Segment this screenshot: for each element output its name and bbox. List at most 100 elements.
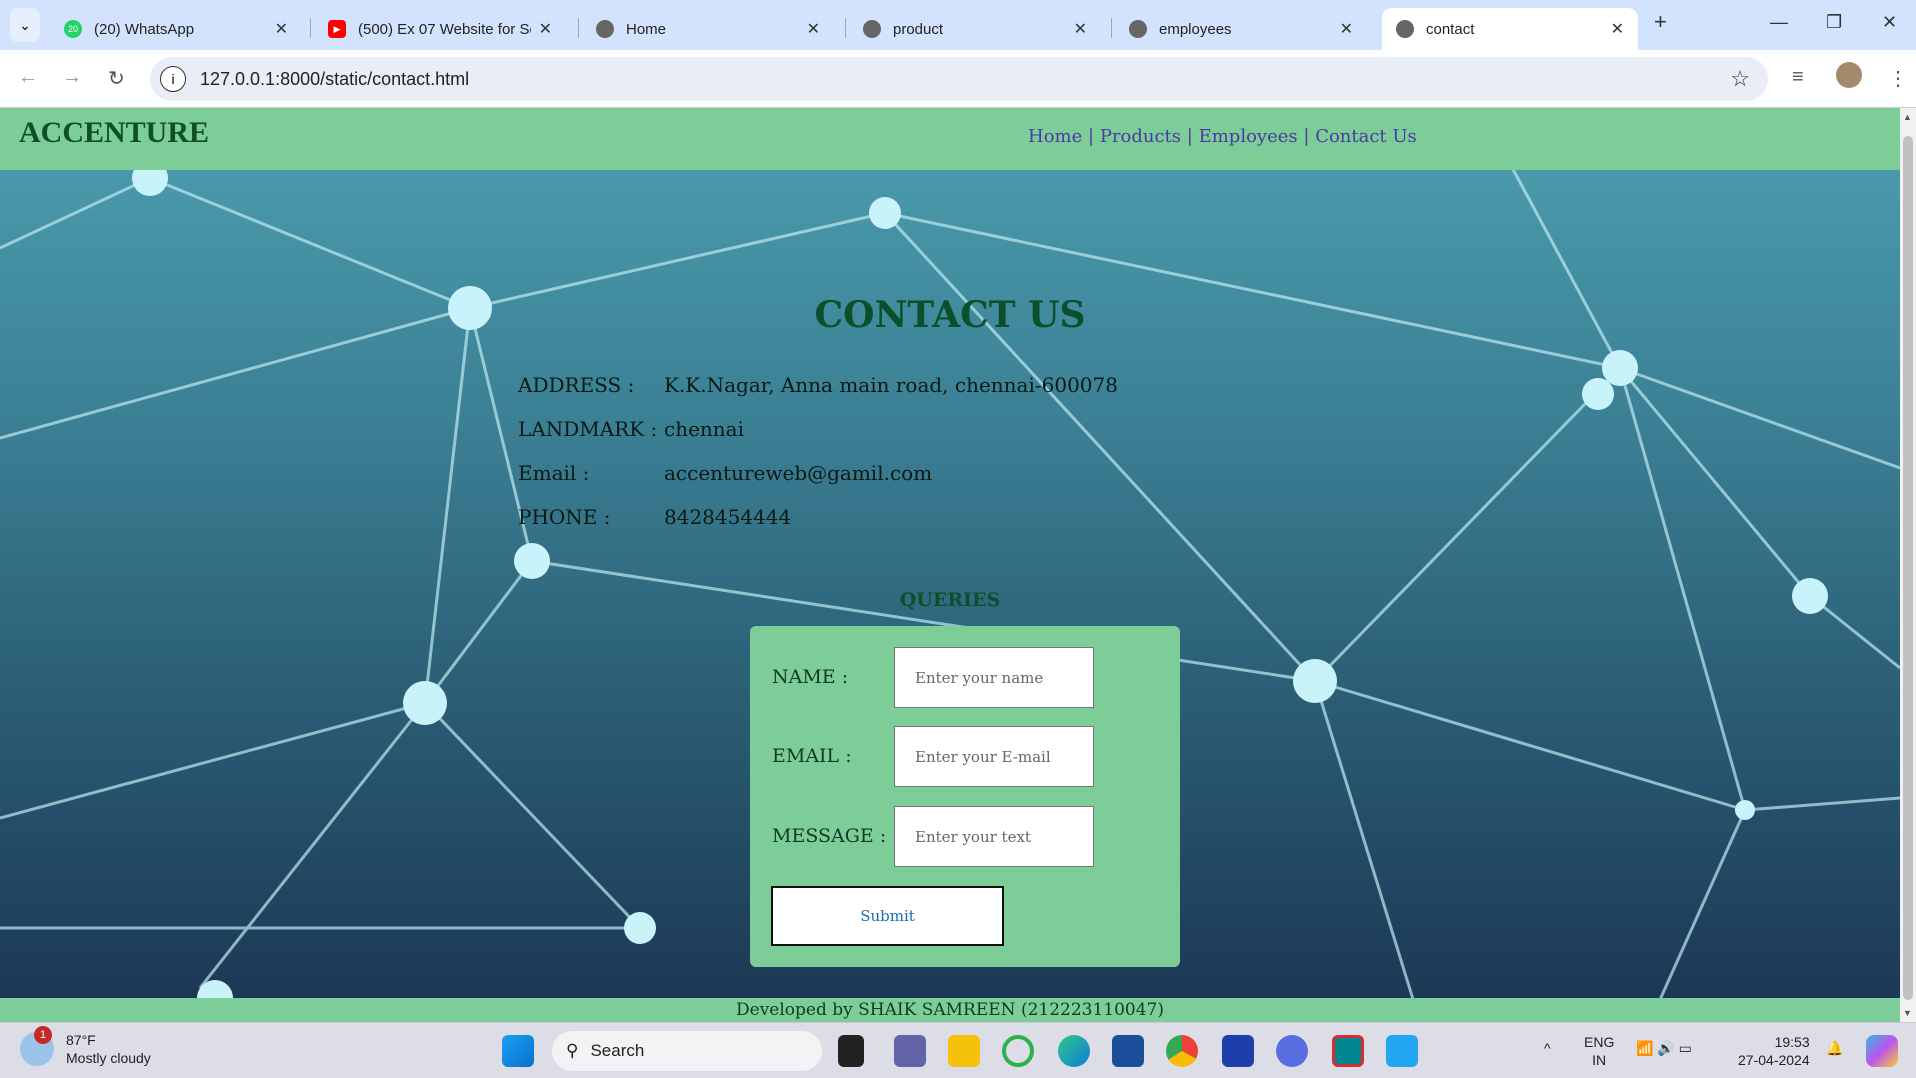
edge-icon[interactable] [1058,1035,1090,1067]
teams-icon[interactable] [894,1035,926,1067]
arduino-icon[interactable] [1332,1035,1364,1067]
network-volume-battery-icons[interactable]: 📶 🔊 ▭ [1636,1039,1692,1057]
chrome-icon[interactable] [1166,1035,1198,1067]
site-nav: Home | Products | Employees | Contact Us [1028,126,1417,147]
query-form: NAME : EMAIL : MESSAGE : Submit [750,626,1180,967]
show-hidden-icons[interactable]: ^ [1544,1039,1551,1057]
weather-temp: 87°F [66,1032,96,1048]
address-row: ADDRESS : K.K.Nagar, Anna main road, chen… [518,373,1118,397]
submit-button[interactable]: Submit [771,886,1004,946]
scroll-up-icon[interactable]: ▲ [1903,112,1912,122]
nav-contact-link[interactable]: Contact Us [1315,126,1417,147]
address-bar[interactable]: i 127.0.0.1:8000/static/contact.html ☆ [150,57,1768,101]
search-label: Search [590,1041,645,1060]
page-title: CONTACT US [814,294,1086,336]
tab-product[interactable]: product ✕ [849,8,1101,50]
webpage: ACCENTURE Home | Products | Employees | … [0,108,1900,1022]
nav-employees-link[interactable]: Employees [1199,126,1298,147]
globe-icon [863,20,881,38]
close-window-button[interactable]: ✕ [1882,12,1897,33]
close-tab-icon[interactable]: ✕ [275,19,288,39]
tab-title: contact [1426,20,1475,38]
close-tab-icon[interactable]: ✕ [1340,19,1353,39]
date: 27-04-2024 [1738,1052,1810,1068]
new-tab-button[interactable]: + [1654,9,1667,35]
info-label: Email : [518,461,590,485]
name-input[interactable] [894,647,1094,708]
tab-employees[interactable]: employees ✕ [1115,8,1367,50]
profile-avatar[interactable] [1836,62,1862,88]
restore-button[interactable]: ❐ [1826,12,1842,33]
url-text[interactable]: 127.0.0.1:8000/static/contact.html [200,69,469,90]
bookmark-star-icon[interactable]: ☆ [1730,66,1750,92]
tab-title: product [893,20,944,38]
globe-icon [1129,20,1147,38]
menu-icon[interactable]: ⋮ [1888,66,1908,91]
tab-bar: ⌄ 20 (20) WhatsApp ✕ ▶ (500) Ex 07 Websit… [0,0,1916,50]
store-icon[interactable] [1112,1035,1144,1067]
email-input[interactable] [894,726,1094,787]
info-label: PHONE : [518,505,611,529]
lang-label: ENG [1584,1034,1615,1050]
vscode-icon[interactable] [1386,1035,1418,1067]
close-tab-icon[interactable]: ✕ [1074,19,1087,39]
weather-desc: Mostly cloudy [66,1050,151,1066]
close-tab-icon[interactable]: ✕ [1611,19,1624,39]
tab-title: (500) Ex 07 Website for Sof [358,20,531,38]
nav-separator: | [1088,126,1095,147]
refresh-app-icon[interactable] [1002,1035,1034,1067]
media-control-icon[interactable]: ≡ [1792,66,1804,89]
email-row: Email : accentureweb@gamil.com [518,461,932,485]
time: 19:53 [1774,1034,1810,1050]
nav-products-link[interactable]: Products [1100,126,1181,147]
scroll-down-icon[interactable]: ▼ [1903,1008,1912,1018]
app-icon[interactable] [1276,1035,1308,1067]
tab-title: employees [1159,20,1232,38]
forward-icon[interactable]: → [62,66,82,89]
nav-separator: | [1303,126,1310,147]
notification-bell-icon[interactable]: 🔔 [1826,1039,1843,1057]
email-label: EMAIL : [772,745,852,767]
language-indicator[interactable]: ENG IN [1584,1033,1614,1069]
l-app-icon[interactable] [1222,1035,1254,1067]
youtube-icon: ▶ [328,20,346,38]
search-icon: ⚲ [566,1041,579,1060]
tab-contact[interactable]: contact ✕ [1382,8,1638,50]
tab-title: Home [626,20,667,38]
nav-home-link[interactable]: Home [1028,126,1082,147]
tab-search-dropdown[interactable]: ⌄ [10,8,40,42]
queries-heading: QUERIES [899,589,1001,611]
reload-icon[interactable]: ↻ [108,66,125,91]
site-logo: ACCENTURE [19,116,210,149]
address-toolbar: ← → ↻ i 127.0.0.1:8000/static/contact.ht… [0,50,1916,108]
minimize-button[interactable]: — [1770,12,1788,33]
task-view-icon[interactable] [838,1035,864,1067]
copilot-icon[interactable] [1866,1035,1898,1067]
close-tab-icon[interactable]: ✕ [539,19,552,39]
message-label: MESSAGE : [772,825,887,847]
cloud-icon: 1 [20,1026,54,1066]
file-explorer-icon[interactable] [948,1035,980,1067]
scrollbar-thumb[interactable] [1903,136,1913,1000]
globe-icon [596,20,614,38]
close-tab-icon[interactable]: ✕ [807,19,820,39]
tab-whatsapp[interactable]: 20 (20) WhatsApp ✕ [50,8,302,50]
nav-separator: | [1186,126,1193,147]
tab-home[interactable]: Home ✕ [582,8,834,50]
scrollbar[interactable]: ▲ ▼ [1900,108,1916,1022]
name-label: NAME : [772,666,849,688]
info-label: ADDRESS : [518,373,635,397]
info-value: K.K.Nagar, Anna main road, chennai-60007… [664,373,1118,397]
start-icon[interactable] [502,1035,534,1067]
tab-youtube[interactable]: ▶ (500) Ex 07 Website for Sof ✕ [314,8,566,50]
weather-widget[interactable]: 1 87°F Mostly cloudy [20,1026,151,1067]
site-info-icon[interactable]: i [160,66,186,92]
clock[interactable]: 19:53 27-04-2024 [1738,1033,1810,1069]
weather-badge: 1 [34,1026,52,1044]
site-header: ACCENTURE Home | Products | Employees | … [0,108,1900,170]
back-icon[interactable]: ← [18,66,38,89]
message-input[interactable] [894,806,1094,867]
taskbar: 1 87°F Mostly cloudy ⚲ Search ^ ENG IN 📶 🔊 … [0,1022,1916,1078]
region-label: IN [1592,1052,1607,1068]
taskbar-search[interactable]: ⚲ Search [552,1031,822,1071]
